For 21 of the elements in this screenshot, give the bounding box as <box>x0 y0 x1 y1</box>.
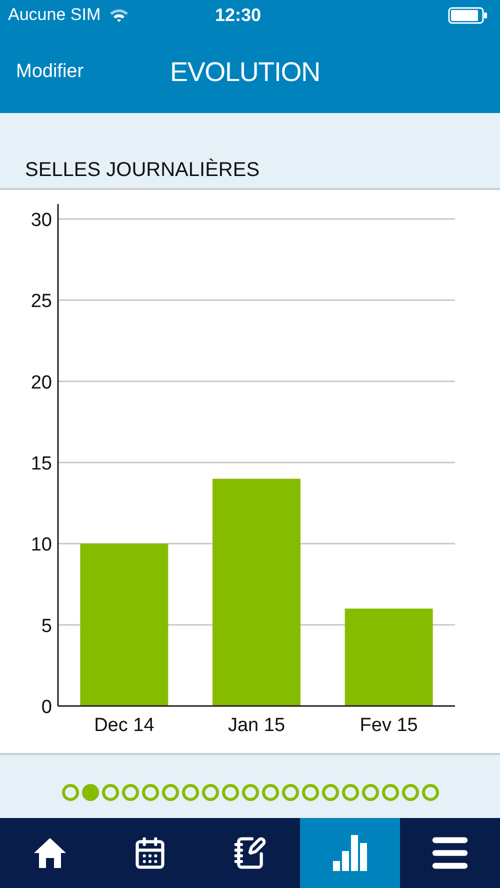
y-axis-label: 5 <box>41 616 52 637</box>
bar-chart-icon <box>330 833 370 873</box>
modifier-button[interactable]: Modifier <box>16 58 84 86</box>
y-axis-label: 10 <box>30 534 52 556</box>
x-axis-label: Dec 14 <box>94 715 154 736</box>
x-axis-label: Jan 15 <box>228 715 286 736</box>
y-axis-label: 15 <box>30 454 52 474</box>
wifi-icon <box>108 8 129 22</box>
carrier-name: Aucune SIM <box>8 4 101 26</box>
status-time: 12:30 <box>215 4 262 26</box>
y-axis-label: 25 <box>30 291 52 312</box>
y-axis-label: 0 <box>41 697 52 718</box>
page-title: EVOLUTION <box>170 56 320 89</box>
calendar-icon <box>133 836 167 870</box>
battery-icon <box>448 6 488 24</box>
home-icon <box>32 835 68 871</box>
y-axis-label: 20 <box>30 372 52 394</box>
notepad-pencil-icon <box>233 836 267 870</box>
x-axis-label: Fev 15 <box>360 715 418 736</box>
section-title: SELLES JOURNALIÈRES <box>25 158 260 183</box>
y-axis-label: 30 <box>30 210 52 231</box>
